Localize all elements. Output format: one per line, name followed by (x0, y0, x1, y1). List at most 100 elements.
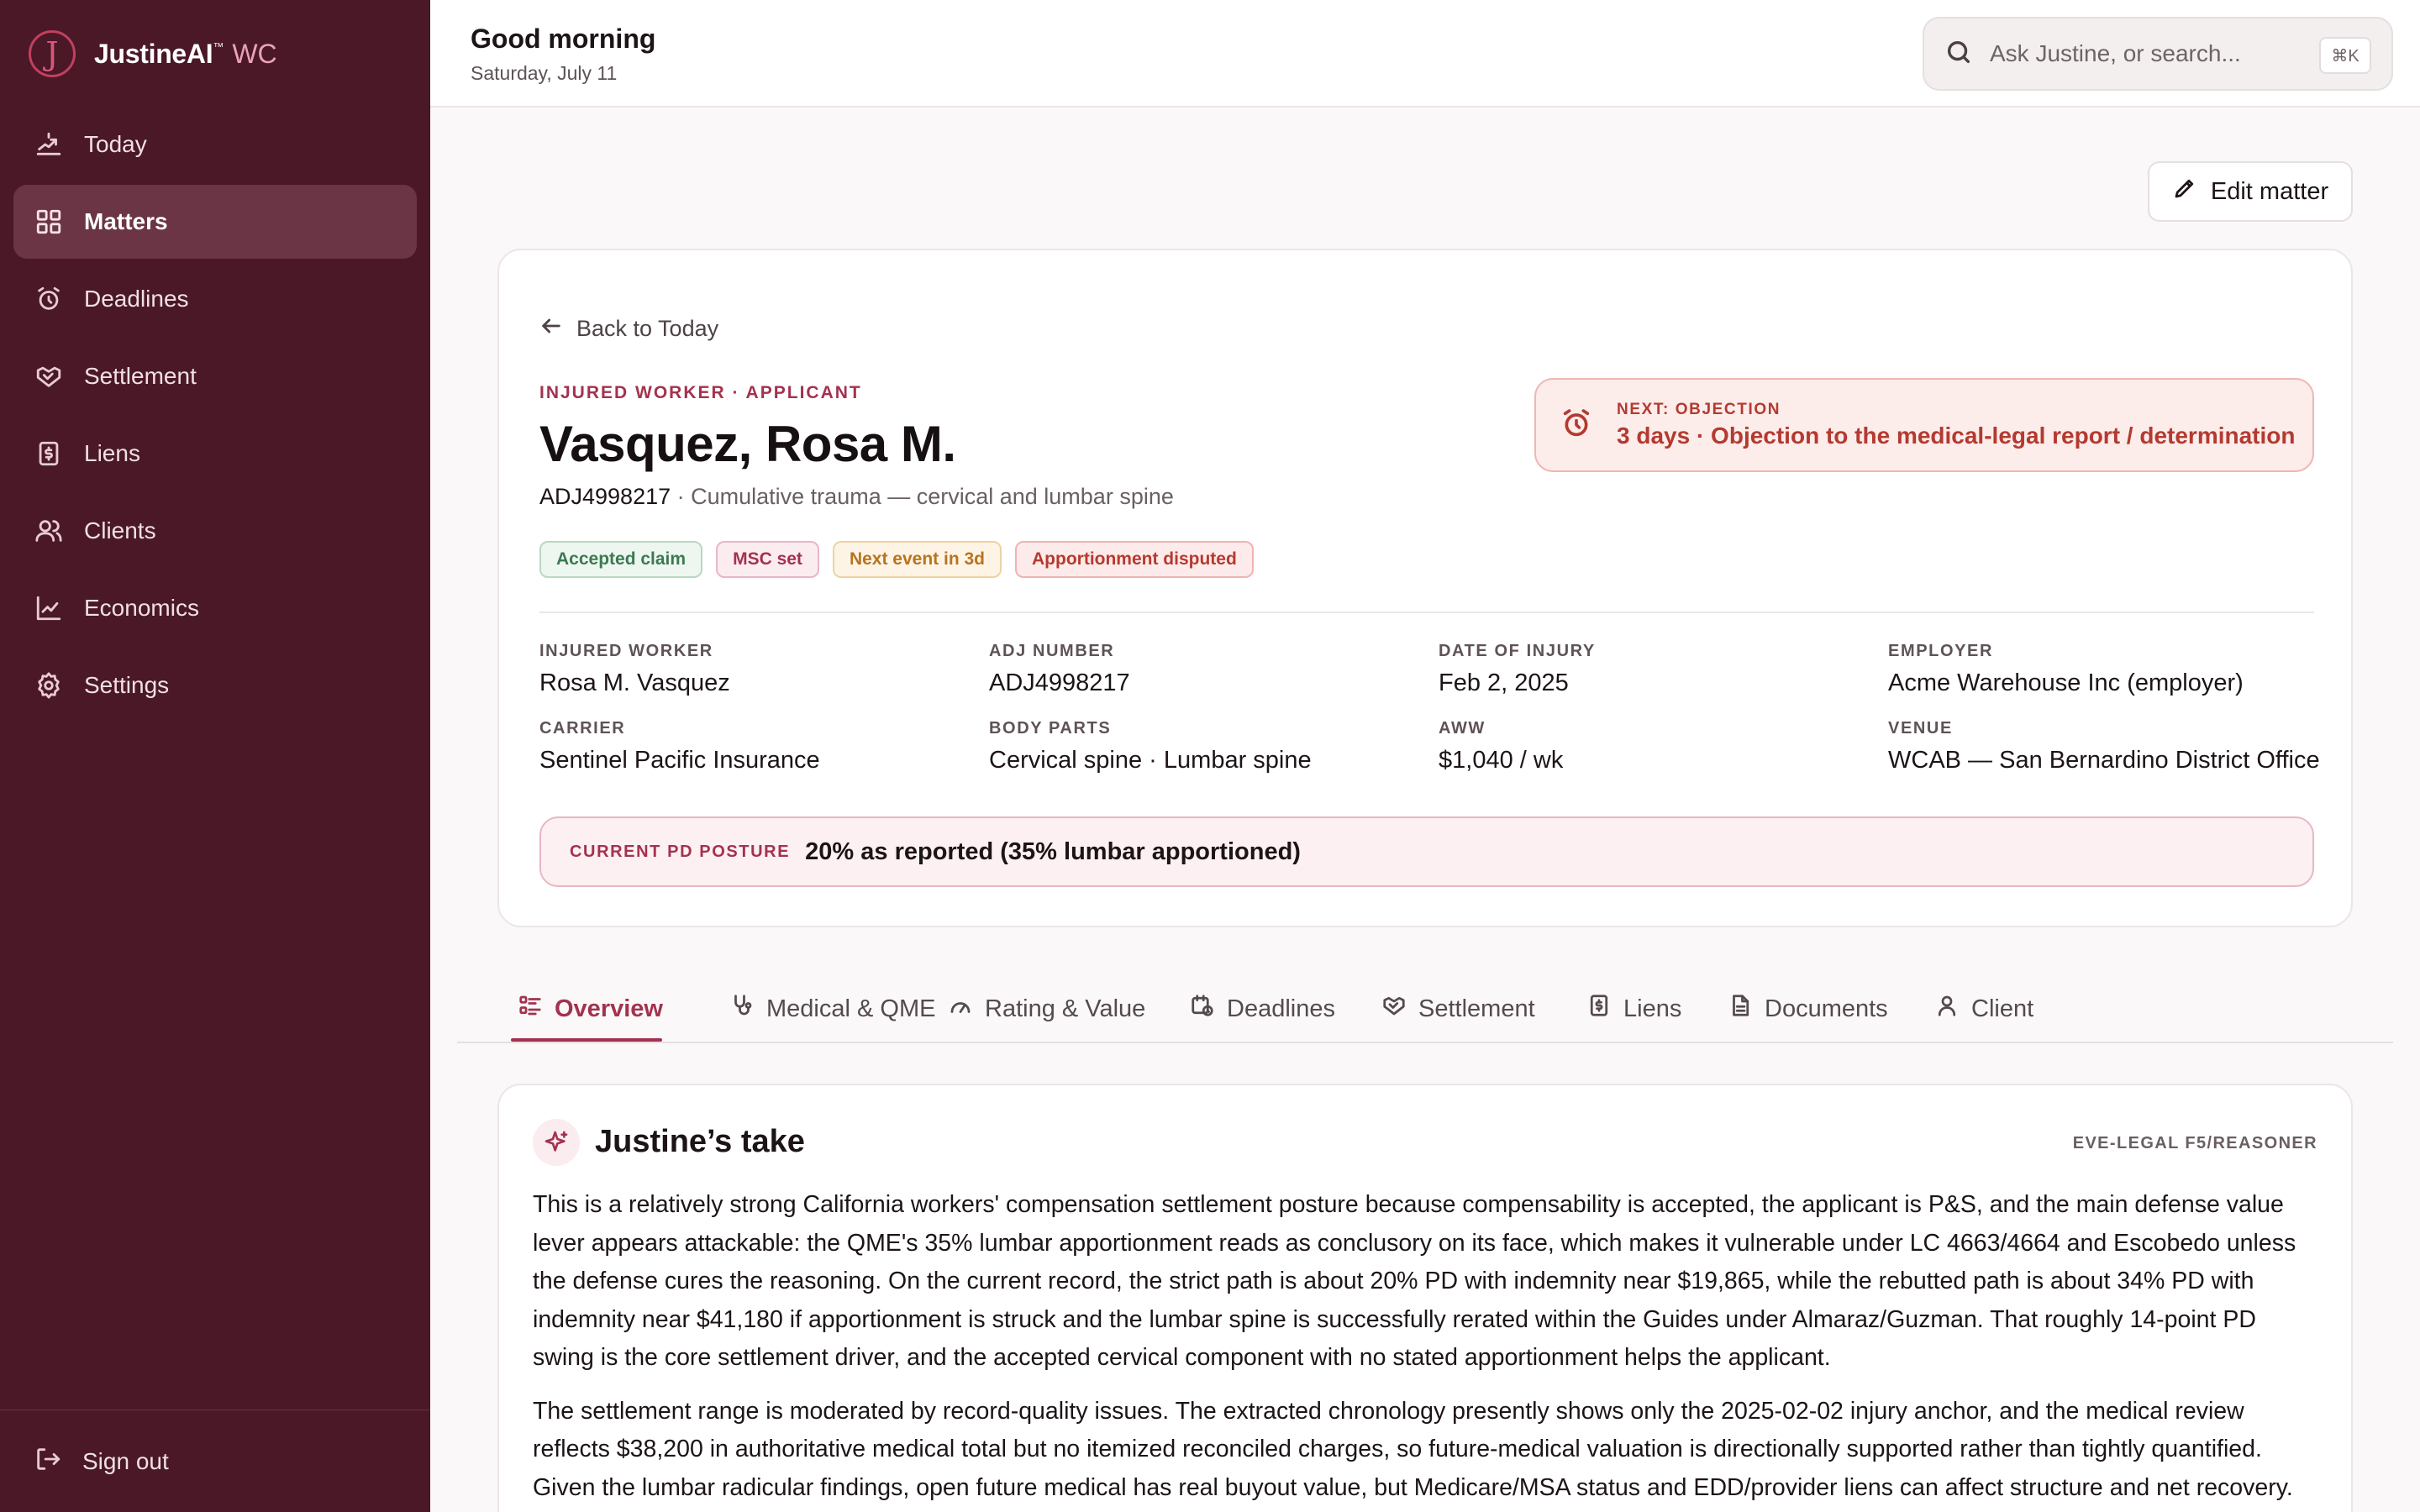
sidebar-item-label: Liens (84, 440, 140, 466)
model-label: EVE-LEGAL F5/REASONER (2072, 1134, 2317, 1152)
fact-value: Feb 2, 2025 (1439, 669, 1569, 696)
tab-label: Documents (1765, 995, 1888, 1022)
fact-venue: VENUE WCAB — San Bernardino District Off… (1888, 719, 2338, 774)
sidebar-item-label: Settlement (84, 363, 197, 389)
fact-employer: EMPLOYER Acme Warehouse Inc (employer) (1888, 642, 2338, 697)
fact-value: ADJ4998217 (989, 669, 1130, 696)
line-chart-icon (34, 593, 64, 623)
matter-tabs: Overview Medical & QME Rating & Value De… (457, 974, 2393, 1043)
sidebar-item-label: Settings (84, 672, 170, 698)
gauge-icon (948, 993, 973, 1025)
fact-aww: AWW $1,040 / wk (1439, 719, 1888, 774)
document-icon (1728, 993, 1753, 1025)
matter-name: Vasquez, Rosa M. (539, 416, 956, 472)
divider (539, 612, 2314, 613)
dollar-doc-icon (34, 438, 64, 469)
active-tab-indicator (511, 1038, 662, 1042)
list-icon (518, 993, 543, 1025)
top-bar: Good morning Saturday, July 11 Ask Justi… (430, 0, 2420, 108)
calendar-clock-icon (1190, 993, 1215, 1025)
posture-value: 20% as reported (35% lumbar apportioned) (805, 837, 1301, 865)
sidebar-item-settlement[interactable]: Settlement (13, 339, 417, 413)
tab-label: Medical & QME (766, 995, 936, 1022)
sidebar-item-settings[interactable]: Settings (13, 648, 417, 722)
gear-icon (34, 670, 64, 701)
fact-carrier: CARRIER Sentinel Pacific Insurance (539, 719, 989, 774)
sign-out-icon (34, 1445, 62, 1479)
status-badge: Next event in 3d (832, 541, 1002, 578)
sidebar-item-label: Today (84, 131, 147, 157)
tab-deadlines[interactable]: Deadlines (1190, 974, 1335, 1043)
sidebar-item-matters[interactable]: Matters (13, 185, 417, 259)
tab-label: Client (1971, 995, 2034, 1022)
justine-take-card: Justine’s take EVE-LEGAL F5/REASONER Thi… (497, 1084, 2353, 1512)
handshake-icon (1381, 993, 1407, 1025)
take-paragraph: This is a relatively strong California w… (533, 1191, 2296, 1371)
tab-label: Rating & Value (985, 995, 1146, 1022)
take-title: Justine’s take (595, 1124, 805, 1159)
sidebar-item-economics[interactable]: Economics (13, 571, 417, 645)
status-badge: MSC set (716, 541, 819, 578)
next-deadline-alert[interactable]: NEXT: OBJECTION 3 days · Objection to th… (1534, 378, 2314, 472)
sidebar-item-label: Clients (84, 517, 156, 543)
handshake-icon (34, 361, 64, 391)
fact-value: Acme Warehouse Inc (employer) (1888, 669, 2244, 696)
fact-label: DATE OF INJURY (1439, 642, 1596, 660)
users-icon (34, 516, 64, 546)
sidebar-item-clients[interactable]: Clients (13, 494, 417, 568)
sparkle-icon (533, 1119, 580, 1166)
search-input[interactable]: Ask Justine, or search... ⌘K (1923, 17, 2393, 91)
tab-liens[interactable]: Liens (1586, 974, 1681, 1043)
subline-separator: · (671, 484, 692, 509)
tab-documents[interactable]: Documents (1728, 974, 1888, 1043)
brand[interactable]: J JustineAI™ WC (29, 30, 277, 77)
fact-value: Sentinel Pacific Insurance (539, 747, 820, 774)
tab-label: Overview (555, 995, 663, 1022)
matter-description: Cumulative trauma — cervical and lumbar … (691, 484, 1174, 509)
fact-value: WCAB — San Bernardino District Office (1888, 747, 2320, 774)
sidebar: J JustineAI™ WC Today Matters Deadlines S… (0, 0, 430, 1512)
tab-label: Liens (1623, 995, 1682, 1022)
fact-adj-number: ADJ NUMBER ADJ4998217 (989, 642, 1439, 697)
sidebar-item-liens[interactable]: Liens (13, 417, 417, 491)
search-placeholder: Ask Justine, or search... (1990, 40, 2241, 66)
alarm-clock-icon (34, 284, 64, 314)
arrow-left-icon (539, 314, 563, 344)
fact-value: $1,040 / wk (1439, 747, 1564, 774)
fact-value: Rosa M. Vasquez (539, 669, 730, 696)
dollar-doc-icon (1586, 993, 1612, 1025)
sidebar-item-label: Deadlines (84, 286, 189, 312)
fact-label: ADJ NUMBER (989, 642, 1115, 660)
sidebar-item-deadlines[interactable]: Deadlines (13, 262, 417, 336)
tab-overview[interactable]: Overview (518, 974, 663, 1043)
current-date: Saturday, July 11 (471, 62, 618, 84)
alert-value: 3 days · Objection to the medical-legal … (1617, 423, 2296, 449)
tab-settlement[interactable]: Settlement (1381, 974, 1535, 1043)
take-paragraph: The settlement range is moderated by rec… (533, 1397, 2293, 1501)
posture-label: CURRENT PD POSTURE (570, 842, 791, 861)
tab-rating-value[interactable]: Rating & Value (948, 974, 1145, 1043)
pd-posture-banner: CURRENT PD POSTURE 20% as reported (35% … (539, 816, 2314, 887)
tab-label: Settlement (1418, 995, 1535, 1022)
matter-facts: INJURED WORKER Rosa M. Vasquez ADJ NUMBE… (539, 642, 2320, 774)
tab-medical-qme[interactable]: Medical & QME (729, 974, 935, 1043)
fact-label: BODY PARTS (989, 719, 1112, 738)
sidebar-nav: Today Matters Deadlines Settlement Liens… (13, 108, 417, 726)
sign-out-button[interactable]: Sign out (34, 1425, 169, 1499)
keyboard-shortcut: ⌘K (2319, 37, 2371, 74)
fact-label: EMPLOYER (1888, 642, 1994, 660)
tab-client[interactable]: Client (1934, 974, 2033, 1043)
sidebar-item-label: Matters (84, 208, 168, 234)
back-link[interactable]: Back to Today (539, 314, 718, 344)
brand-name: JustineAI (94, 38, 213, 69)
edit-matter-button[interactable]: Edit matter (2148, 161, 2353, 222)
adj-number: ADJ4998217 (539, 484, 671, 509)
user-icon (1934, 993, 1960, 1025)
search-icon (1944, 38, 1973, 71)
grid-icon (34, 207, 64, 237)
brand-logo: J (29, 30, 76, 77)
back-link-label: Back to Today (576, 316, 719, 341)
matter-subline: ADJ4998217 · Cumulative trauma — cervica… (539, 484, 1174, 510)
sidebar-item-today[interactable]: Today (13, 108, 417, 181)
fact-label: CARRIER (539, 719, 626, 738)
